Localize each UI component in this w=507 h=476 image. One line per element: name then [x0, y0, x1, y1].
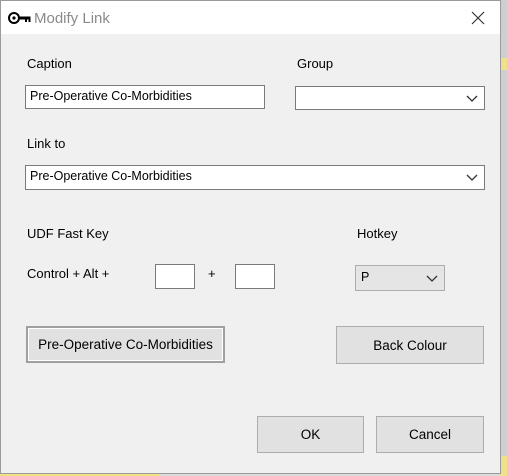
caption-input[interactable]: Pre-Operative Co-Morbidities [25, 85, 265, 109]
plus-label: + [208, 266, 216, 281]
udf-fast-key-label: UDF Fast Key [27, 226, 109, 241]
cancel-button[interactable]: Cancel [376, 416, 484, 453]
chevron-down-icon [426, 275, 438, 282]
udf-key2-input[interactable] [235, 264, 275, 289]
key-icon [8, 12, 31, 24]
chevron-down-icon [466, 174, 478, 181]
hotkey-select[interactable]: P [355, 265, 445, 291]
close-button[interactable] [456, 1, 500, 34]
back-colour-button[interactable]: Back Colour [336, 326, 484, 364]
modify-link-dialog: Modify Link Caption Pre-Operative Co-Mor… [0, 0, 501, 474]
hotkey-value: P [361, 270, 370, 284]
window-title: Modify Link [34, 10, 110, 27]
group-select[interactable] [295, 86, 485, 110]
font-button[interactable]: Pre-Operative Co-Morbidities [26, 326, 225, 363]
group-label: Group [297, 56, 334, 71]
title-bar: Modify Link [1, 1, 500, 34]
udf-key1-input[interactable] [155, 264, 195, 289]
chevron-down-icon [466, 95, 478, 102]
control-alt-label: Control + Alt + [27, 266, 110, 281]
caption-label: Caption [27, 56, 72, 71]
link-to-value: Pre-Operative Co-Morbidities [30, 169, 192, 183]
link-to-label: Link to [27, 136, 66, 151]
close-icon [471, 11, 485, 24]
link-to-select[interactable]: Pre-Operative Co-Morbidities [25, 165, 485, 190]
hotkey-label: Hotkey [357, 226, 398, 241]
ok-button[interactable]: OK [257, 416, 364, 453]
